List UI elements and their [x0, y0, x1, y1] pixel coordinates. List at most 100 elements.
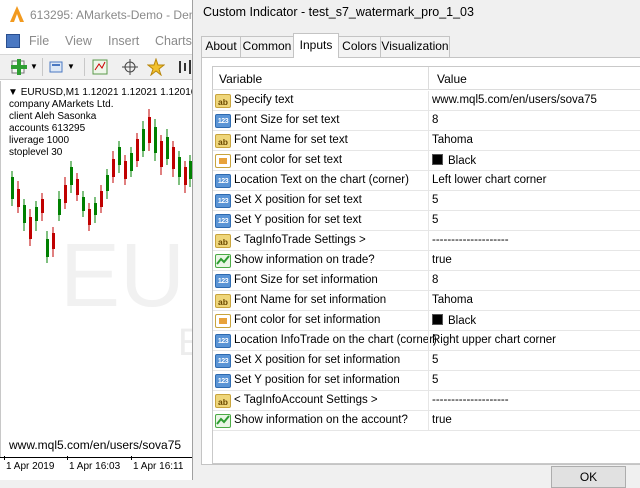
parameter-value[interactable]: 5	[432, 194, 438, 206]
dropdown-arrow-icon[interactable]: ▼	[67, 62, 85, 80]
profiles-icon[interactable]	[48, 58, 66, 76]
time-tick	[4, 456, 5, 460]
parameter-value[interactable]: 5	[432, 374, 438, 386]
candle-body	[52, 233, 55, 249]
parameter-name: Show information on trade?	[234, 254, 375, 266]
color-swatch[interactable]	[432, 314, 443, 325]
parameter-row[interactable]: 123 Set X position for set information 5	[213, 351, 640, 371]
parameter-name: < TagInfoAccount Settings >	[234, 394, 378, 406]
tab-inputs[interactable]: Inputs	[293, 33, 339, 58]
parameter-value[interactable]: --------------------	[432, 394, 509, 406]
candle-body	[29, 217, 32, 239]
column-divider	[428, 311, 429, 330]
parameter-name: Location InfoTrade on the chart (corner)	[234, 334, 437, 346]
ab-icon: ab	[215, 394, 231, 408]
column-header-variable[interactable]: Variable	[219, 72, 262, 86]
parameter-value[interactable]: true	[432, 414, 452, 426]
parameter-row[interactable]: 123 Set Y position for set text 5	[213, 211, 640, 231]
new-order-icon[interactable]	[10, 58, 28, 76]
number-icon: 123	[215, 374, 231, 388]
tab-common[interactable]: Common	[240, 36, 294, 57]
candle-body	[112, 159, 115, 177]
color-swatch[interactable]	[432, 154, 443, 165]
time-label: 1 Apr 16:03	[69, 461, 121, 472]
dropdown-arrow-icon[interactable]: ▼	[30, 62, 48, 80]
candle-body	[35, 207, 38, 221]
menu-file[interactable]: File	[29, 34, 49, 48]
indicators-icon[interactable]	[91, 58, 109, 76]
number-icon: 123	[215, 354, 231, 368]
parameter-row[interactable]: Font color for set information Black	[213, 311, 640, 331]
parameter-value[interactable]: Right upper chart corner	[432, 334, 556, 346]
chart-window-icon[interactable]	[6, 34, 20, 48]
templates-star-icon[interactable]	[147, 58, 165, 76]
column-divider	[428, 211, 429, 230]
parameter-value[interactable]: Black	[432, 154, 476, 167]
ab-icon: ab	[215, 294, 231, 308]
candle-body	[136, 139, 139, 161]
parameter-row[interactable]: Show information on the account? true	[213, 411, 640, 431]
info-stoplevel: stoplevel 30	[9, 147, 63, 158]
candle-body	[184, 167, 187, 185]
ok-button[interactable]: OK	[551, 466, 626, 488]
parameter-row[interactable]: ab Font Name for set information Tahoma	[213, 291, 640, 311]
column-divider	[428, 91, 429, 110]
color-name: Black	[448, 315, 477, 327]
parameter-row[interactable]: 123 Location Text on the chart (corner) Le…	[213, 171, 640, 191]
parameter-value[interactable]: true	[432, 254, 452, 266]
parameter-row[interactable]: ab Specify text www.mql5.com/en/users/sova…	[213, 91, 640, 111]
menu-charts[interactable]: Charts	[155, 34, 192, 48]
ab-icon: ab	[215, 234, 231, 248]
bool-icon	[215, 414, 231, 428]
parameter-name: Font Name for set text	[234, 134, 348, 146]
parameter-name: Font color for set information	[234, 314, 381, 326]
parameter-row[interactable]: 123 Location InfoTrade on the chart (corn…	[213, 331, 640, 351]
column-divider	[428, 171, 429, 190]
info-accounts: accounts 613295	[9, 123, 86, 134]
parameter-value[interactable]: --------------------	[432, 234, 509, 246]
parameter-row[interactable]: 123 Font Size for set text 8	[213, 111, 640, 131]
parameter-row[interactable]: Show information on trade? true	[213, 251, 640, 271]
parameter-value[interactable]: www.mql5.com/en/users/sova75	[432, 94, 597, 106]
candle-body	[178, 157, 181, 177]
column-divider	[428, 151, 429, 170]
tab-colors[interactable]: Colors	[338, 36, 381, 57]
tab-visualization[interactable]: Visualization	[380, 36, 450, 57]
parameter-value[interactable]: Tahoma	[432, 294, 473, 306]
candle-body	[142, 129, 145, 151]
number-icon: 123	[215, 334, 231, 348]
candle-body	[58, 199, 61, 215]
parameter-value[interactable]: 5	[432, 214, 438, 226]
column-divider	[428, 251, 429, 270]
color-icon	[215, 154, 231, 168]
info-leverage: liverage 1000	[9, 135, 70, 146]
parameter-row[interactable]: ab Font Name for set text Tahoma	[213, 131, 640, 151]
parameter-row[interactable]: 123 Font Size for set information 8	[213, 271, 640, 291]
column-divider	[428, 231, 429, 250]
parameter-value[interactable]: Black	[432, 314, 476, 327]
parameter-row[interactable]: 123 Set Y position for set information 5	[213, 371, 640, 391]
parameter-row[interactable]: ab < TagInfoAccount Settings > -----------…	[213, 391, 640, 411]
parameter-value[interactable]: 8	[432, 274, 438, 286]
parameter-row[interactable]: Font color for set text Black	[213, 151, 640, 171]
parameter-row[interactable]: 123 Set X position for set text 5	[213, 191, 640, 211]
parameter-value[interactable]: 5	[432, 354, 438, 366]
candle-body	[41, 199, 44, 213]
parameter-row[interactable]: ab < TagInfoTrade Settings > -------------…	[213, 231, 640, 251]
parameter-value[interactable]: Tahoma	[432, 134, 473, 146]
column-divider	[428, 331, 429, 350]
column-divider[interactable]	[428, 67, 429, 89]
column-header-value[interactable]: Value	[437, 72, 467, 86]
menu-insert[interactable]: Insert	[108, 34, 139, 48]
tab-about[interactable]: About	[201, 36, 241, 57]
crosshair-icon[interactable]	[121, 58, 139, 76]
candle-body	[70, 167, 73, 185]
time-label: 1 Apr 2019	[6, 461, 55, 472]
parameter-name: < TagInfoTrade Settings >	[234, 234, 366, 246]
candle-body	[100, 191, 103, 207]
parameter-value[interactable]: 8	[432, 114, 438, 126]
column-divider	[428, 351, 429, 370]
menu-view[interactable]: View	[65, 34, 92, 48]
candle-body	[76, 179, 79, 195]
parameter-value[interactable]: Left lower chart corner	[432, 174, 546, 186]
